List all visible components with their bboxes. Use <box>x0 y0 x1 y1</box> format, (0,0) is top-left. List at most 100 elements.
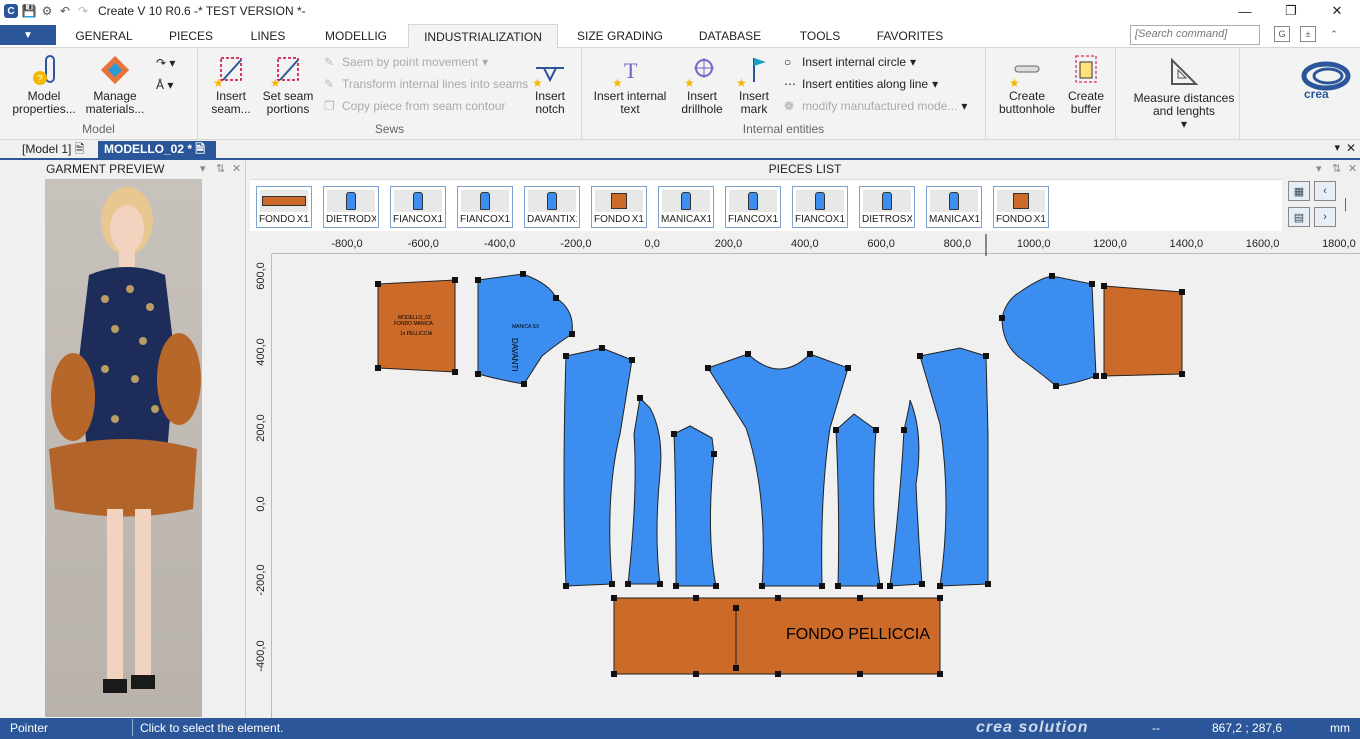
control-point[interactable] <box>985 581 991 587</box>
pin-icon[interactable]: ⇅ <box>1332 161 1341 178</box>
piece-thumbnail[interactable]: DAVANTIX1 <box>524 186 580 228</box>
control-point[interactable] <box>745 351 751 357</box>
control-point[interactable] <box>857 595 863 601</box>
control-point[interactable] <box>937 671 943 677</box>
control-point[interactable] <box>833 427 839 433</box>
piece-thumbnail[interactable]: DIETRODX1 <box>323 186 379 228</box>
control-point[interactable] <box>657 581 663 587</box>
control-point[interactable] <box>609 581 615 587</box>
control-point[interactable] <box>452 277 458 283</box>
control-point[interactable] <box>713 583 719 589</box>
material-tool-icon[interactable]: ↷ ▾ <box>156 56 175 70</box>
insert-mark-button[interactable]: ★ Insert mark <box>732 54 776 116</box>
control-point[interactable] <box>611 595 617 601</box>
scroll-left-icon[interactable]: ‹ <box>1314 181 1336 201</box>
control-point[interactable] <box>705 365 711 371</box>
control-point[interactable] <box>1093 373 1099 379</box>
control-point[interactable] <box>553 295 559 301</box>
panel-close-icon[interactable]: ✕ <box>1348 161 1357 178</box>
set-seam-portions-button[interactable]: ★ Set seam portions <box>262 54 314 116</box>
copy-piece-button[interactable]: ❐ Copy piece from seam contour <box>324 99 505 113</box>
tab-size-grading[interactable]: SIZE GRADING <box>572 24 668 48</box>
drawing-canvas[interactable]: -800,0 -600,0 -400,0 -200,0 0,0 200,0 400,0 600… <box>250 234 1360 718</box>
control-point[interactable] <box>1049 273 1055 279</box>
tab-lines[interactable]: LINES <box>240 24 296 48</box>
control-point[interactable] <box>375 281 381 287</box>
settings-icon[interactable]: ⚙ <box>40 4 54 18</box>
control-point[interactable] <box>1101 373 1107 379</box>
control-point[interactable] <box>1179 371 1185 377</box>
control-point[interactable] <box>693 595 699 601</box>
close-window-button[interactable]: ✕ <box>1314 0 1360 22</box>
control-point[interactable] <box>673 583 679 589</box>
tabs-dropdown-icon[interactable]: ▾ <box>1334 141 1340 154</box>
control-point[interactable] <box>759 583 765 589</box>
panel-menu-icon[interactable]: ▾ <box>200 161 206 178</box>
piece-thumbnail[interactable]: FIANCO X1 <box>457 186 513 228</box>
control-point[interactable] <box>873 427 879 433</box>
panel-menu-icon[interactable]: ▾ <box>1316 161 1322 178</box>
tab-favorites[interactable]: FAVORITES <box>870 24 950 48</box>
doc-tab-model-1[interactable]: [Model 1] 🗎 <box>16 141 90 158</box>
tab-database[interactable]: DATABASE <box>690 24 770 48</box>
control-point[interactable] <box>375 365 381 371</box>
control-point[interactable] <box>807 351 813 357</box>
piece-thumbnail[interactable]: FONDO X1 <box>591 186 647 228</box>
piece-thumbnail[interactable]: FIANCO X1 <box>390 186 446 228</box>
piece-thumbnail[interactable]: FONDO X1 <box>993 186 1049 228</box>
control-point[interactable] <box>452 369 458 375</box>
model-properties-button[interactable]: ? Model properties... <box>12 54 76 116</box>
control-point[interactable] <box>711 451 717 457</box>
control-point[interactable] <box>611 671 617 677</box>
control-point[interactable] <box>1179 289 1185 295</box>
control-point[interactable] <box>1101 283 1107 289</box>
control-point[interactable] <box>569 331 575 337</box>
insert-seam-button[interactable]: ★ Insert seam... <box>208 54 254 116</box>
insert-entities-along-line-button[interactable]: ⋯ Insert entities along line ▾ <box>784 77 938 91</box>
control-point[interactable] <box>999 315 1005 321</box>
control-point[interactable] <box>937 595 943 601</box>
control-point[interactable] <box>937 583 943 589</box>
control-point[interactable] <box>857 671 863 677</box>
control-point[interactable] <box>887 583 893 589</box>
control-point[interactable] <box>901 427 907 433</box>
control-point[interactable] <box>775 671 781 677</box>
zoom-slider[interactable]: │ <box>1342 185 1350 225</box>
control-point[interactable] <box>599 345 605 351</box>
undo-icon[interactable]: ↶ <box>58 4 72 18</box>
calculator-icon[interactable]: ± <box>1300 26 1316 42</box>
piece-thumbnail[interactable]: MANICA X1 <box>926 186 982 228</box>
list-view-icon[interactable]: ▤ <box>1288 207 1310 227</box>
tab-general[interactable]: GENERAL <box>70 24 138 48</box>
control-point[interactable] <box>775 595 781 601</box>
file-menu-button[interactable]: ▼ <box>0 25 56 45</box>
doc-tab-modello-02[interactable]: MODELLO_02 * 🗎 <box>98 141 216 158</box>
insert-notch-button[interactable]: ★ Insert notch <box>522 54 578 116</box>
help-icon[interactable]: G <box>1274 26 1290 42</box>
control-point[interactable] <box>563 353 569 359</box>
tab-industrialization[interactable]: INDUSTRIALIZATION <box>408 24 558 48</box>
control-point[interactable] <box>475 277 481 283</box>
create-buffer-button[interactable]: Create buffer <box>1064 54 1108 116</box>
insert-drillhole-button[interactable]: ★ Insert drillhole <box>674 54 730 116</box>
seam-by-point-button[interactable]: ✎ Saem by point movement ▾ <box>324 55 488 69</box>
control-point[interactable] <box>835 583 841 589</box>
control-point[interactable] <box>733 605 739 611</box>
panel-close-icon[interactable]: ✕ <box>232 161 241 178</box>
control-point[interactable] <box>671 431 677 437</box>
control-point[interactable] <box>637 395 643 401</box>
tab-modellig[interactable]: MODELLIG <box>316 24 396 48</box>
minimize-button[interactable]: — <box>1222 0 1268 22</box>
tab-tools[interactable]: TOOLS <box>790 24 850 48</box>
manage-materials-button[interactable]: Manage materials... <box>86 54 144 116</box>
modify-manufactured-button[interactable]: ❁ modify manufactured mode... ▾ <box>784 99 967 113</box>
search-command-input[interactable]: [Search command] <box>1130 25 1260 45</box>
restore-button[interactable]: ❐ <box>1268 0 1314 22</box>
control-point[interactable] <box>877 583 883 589</box>
control-point[interactable] <box>563 583 569 589</box>
control-point[interactable] <box>520 271 526 277</box>
redo-icon[interactable]: ↷ <box>76 4 90 18</box>
measure-distances-button[interactable]: Measure distances and lenghts ▾ <box>1128 54 1240 131</box>
piece-thumbnail[interactable]: DIETROSX1 <box>859 186 915 228</box>
control-point[interactable] <box>919 581 925 587</box>
